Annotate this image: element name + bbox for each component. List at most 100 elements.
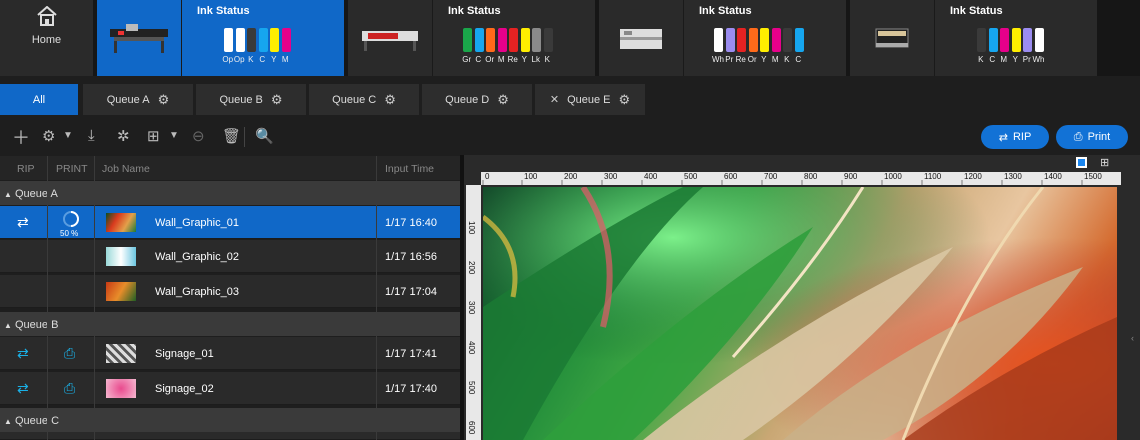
grid-view-icon[interactable]: ⊞ bbox=[1100, 156, 1109, 169]
gear-icon[interactable]: ⚙ bbox=[271, 92, 283, 108]
job-thumbnail bbox=[106, 213, 136, 232]
ruler-label: 600 bbox=[467, 421, 476, 435]
remove-icon[interactable]: ⊖ bbox=[192, 127, 205, 145]
ink-label: Op bbox=[233, 55, 245, 64]
single-view-icon[interactable] bbox=[1076, 157, 1087, 168]
collapse-icon[interactable]: ▲ bbox=[4, 190, 12, 199]
tab-all[interactable]: All bbox=[0, 84, 78, 115]
input-time: 1/17 17:40 bbox=[385, 383, 437, 395]
ink-label: K bbox=[978, 55, 984, 64]
table-row[interactable]: Wall_Graphic_02 1/17 16:56 bbox=[0, 240, 460, 273]
ruler-label: 800 bbox=[804, 172, 818, 181]
group-header-queue-b[interactable]: ▲ Queue B bbox=[0, 312, 460, 336]
header-rip[interactable]: RIP bbox=[17, 163, 35, 175]
home-button[interactable]: Home bbox=[0, 0, 97, 76]
settings-icon[interactable]: ⚙ bbox=[42, 127, 55, 145]
input-time: 1/17 17:41 bbox=[385, 348, 437, 360]
printer-card-2[interactable]: Ink Status Gr C Or M Re Y Lk K bbox=[348, 0, 595, 76]
ink-bar-m bbox=[497, 28, 507, 52]
tab-queue-a[interactable]: Queue A ⚙ bbox=[83, 84, 193, 115]
ink-bar-y bbox=[760, 28, 769, 52]
rip-done-icon: ⇄ bbox=[17, 345, 29, 361]
ink-bar-y bbox=[1011, 28, 1021, 52]
download-icon[interactable]: ⤓ bbox=[88, 127, 95, 144]
ink-bars bbox=[224, 28, 293, 52]
table-row[interactable]: ⇄ 50 % Wall_Graphic_01 1/17 16:40 bbox=[0, 206, 460, 239]
desktop-printer-icon bbox=[620, 29, 662, 49]
gear-icon[interactable]: ⚙ bbox=[158, 92, 170, 108]
printer-card-1[interactable]: Ink Status Op Op K C Y M bbox=[97, 0, 344, 76]
printer-image bbox=[850, 0, 935, 76]
ink-bar-wh bbox=[1034, 28, 1044, 52]
ink-label: Or bbox=[747, 55, 757, 64]
ink-label: Lk bbox=[531, 55, 540, 64]
ruler-label: 1200 bbox=[964, 172, 982, 181]
group-label: Queue B bbox=[14, 319, 59, 331]
right-scrollbar[interactable]: ‹ bbox=[1129, 155, 1140, 440]
ink-label: K bbox=[248, 55, 254, 64]
job-name: Signage_02 bbox=[155, 383, 214, 395]
table-row[interactable] bbox=[0, 432, 460, 440]
progress-percent: 50 % bbox=[60, 229, 79, 238]
job-name: Signage_01 bbox=[155, 348, 214, 360]
gear-icon[interactable]: ⚙ bbox=[384, 92, 396, 108]
tab-label: Queue D bbox=[445, 93, 490, 106]
chevron-down-icon[interactable]: ▼ bbox=[169, 130, 179, 141]
printer-icon: ⎙ bbox=[1073, 130, 1083, 143]
ink-labels: Gr C Or M Re Y Lk K bbox=[461, 55, 553, 64]
ink-bar-c bbox=[474, 28, 484, 52]
ink-label: Pr bbox=[1022, 55, 1031, 64]
close-icon[interactable]: ✕ bbox=[550, 93, 559, 106]
job-name: Wall_Graphic_03 bbox=[155, 286, 239, 298]
ink-label: Op bbox=[222, 55, 234, 64]
printer-bar: Home Ink Status Op Op K C Y M Ink Status… bbox=[0, 0, 1140, 76]
tab-queue-e[interactable]: ✕ Queue E ⚙ bbox=[535, 84, 645, 115]
header-job-name[interactable]: Job Name bbox=[102, 163, 150, 175]
ink-label: Re bbox=[507, 55, 518, 64]
trash-icon[interactable]: 🗑 bbox=[222, 127, 241, 145]
ink-label: Wh bbox=[1032, 55, 1045, 64]
print-done-icon: ⎙ bbox=[64, 345, 76, 361]
chevron-left-icon[interactable]: ‹ bbox=[1131, 333, 1134, 343]
roll-printer-icon bbox=[362, 31, 418, 51]
collapse-icon[interactable]: ▲ bbox=[4, 321, 12, 330]
collapse-icon[interactable]: ▲ bbox=[4, 417, 12, 426]
ink-bar-k bbox=[543, 28, 553, 52]
printer-card-4[interactable]: Ink Status K C M Y Pr Wh bbox=[850, 0, 1097, 76]
chevron-down-icon[interactable]: ▼ bbox=[63, 130, 73, 141]
ink-labels: Wh Pr Re Or Y M K C bbox=[712, 55, 804, 64]
ruler-label: 1400 bbox=[1044, 172, 1062, 181]
gear-icon[interactable]: ⚙ bbox=[497, 92, 509, 108]
ink-status-panel: Ink Status Wh Pr Re Or Y M K C bbox=[684, 0, 846, 76]
rip-button[interactable]: ⇄ RIP bbox=[981, 125, 1049, 149]
input-time: 1/17 17:04 bbox=[385, 286, 437, 298]
table-row[interactable]: ⇄ ⎙ Signage_02 1/17 17:40 bbox=[0, 372, 460, 405]
rip-spinner-icon[interactable]: ✲ bbox=[117, 127, 130, 145]
tab-queue-b[interactable]: Queue B ⚙ bbox=[196, 84, 306, 115]
printer-image bbox=[97, 0, 182, 76]
table-row[interactable]: ⇄ ⎙ Signage_01 1/17 17:41 bbox=[0, 337, 460, 370]
printer-card-3[interactable]: Ink Status Wh Pr Re Or Y M K C bbox=[599, 0, 846, 76]
ruler-label: 300 bbox=[604, 172, 618, 181]
print-button[interactable]: ⎙ Print bbox=[1056, 125, 1128, 149]
search-icon[interactable]: 🔍 bbox=[255, 127, 274, 145]
tab-queue-c[interactable]: Queue C ⚙ bbox=[309, 84, 419, 115]
header-input-time[interactable]: Input Time bbox=[385, 163, 434, 175]
ink-label: M bbox=[1000, 55, 1008, 64]
add-icon[interactable]: ＋ bbox=[12, 124, 30, 150]
home-icon bbox=[36, 6, 57, 26]
tab-label: Queue A bbox=[106, 93, 150, 106]
printer-image bbox=[599, 0, 684, 76]
ruler-label: 700 bbox=[764, 172, 778, 181]
group-header-queue-a[interactable]: ▲ Queue A bbox=[0, 181, 460, 205]
header-print[interactable]: PRINT bbox=[56, 163, 88, 175]
ink-label: Wh bbox=[712, 55, 724, 64]
ink-label: Re bbox=[735, 55, 746, 64]
gear-icon[interactable]: ⚙ bbox=[618, 92, 630, 108]
ink-status-title: Ink Status bbox=[950, 5, 1003, 17]
ink-bar-y bbox=[520, 28, 530, 52]
layout-icon[interactable]: ⊞ bbox=[147, 127, 160, 145]
tab-queue-d[interactable]: Queue D ⚙ bbox=[422, 84, 532, 115]
group-header-queue-c[interactable]: ▲ Queue C bbox=[0, 408, 460, 432]
table-row[interactable]: Wall_Graphic_03 1/17 17:04 bbox=[0, 275, 460, 308]
